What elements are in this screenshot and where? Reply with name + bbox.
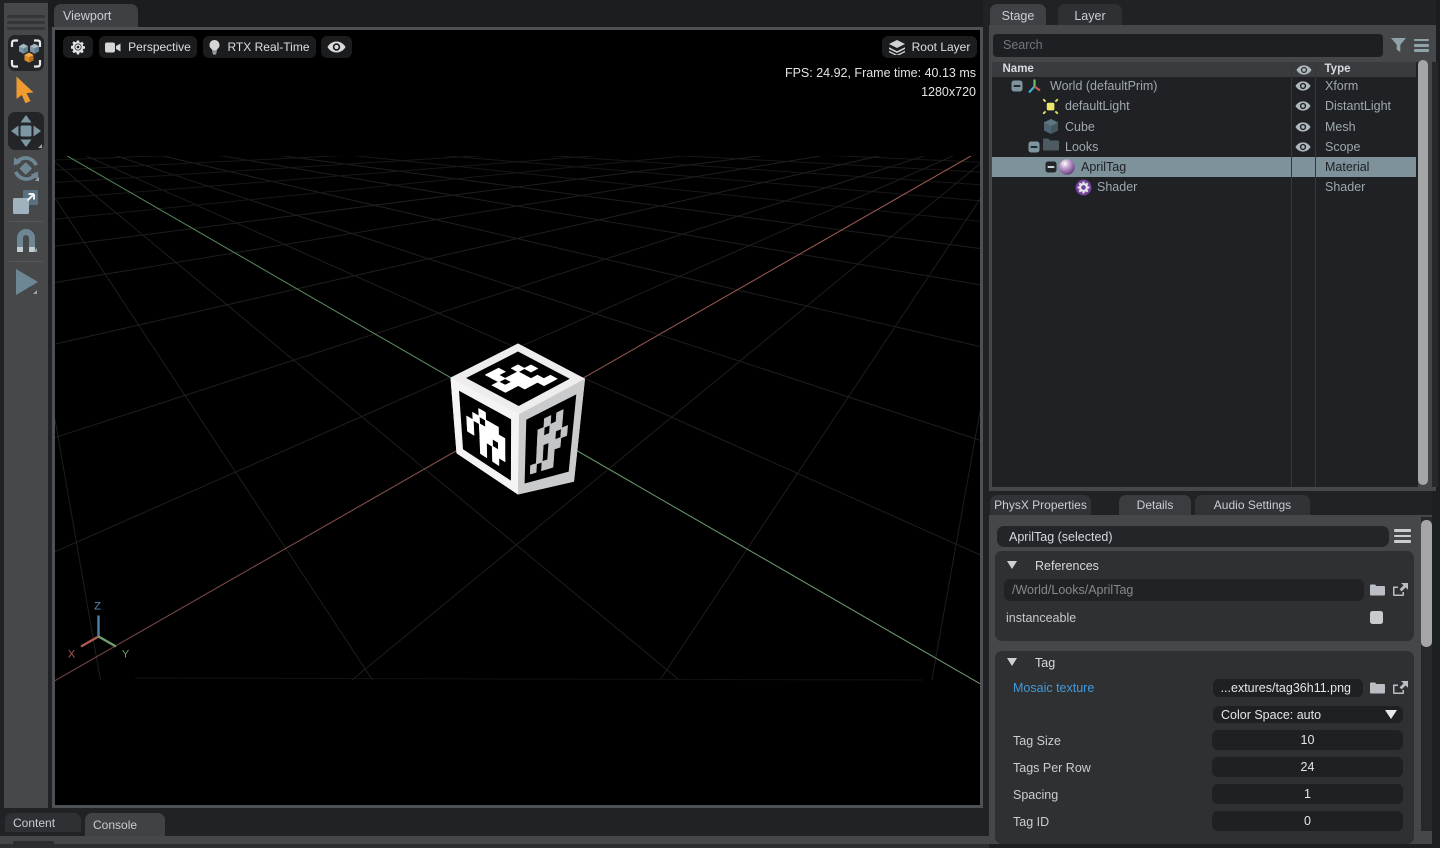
svg-text:X: X — [68, 649, 76, 661]
svg-text:Z: Z — [94, 601, 101, 613]
svg-text:Y: Y — [122, 649, 130, 661]
